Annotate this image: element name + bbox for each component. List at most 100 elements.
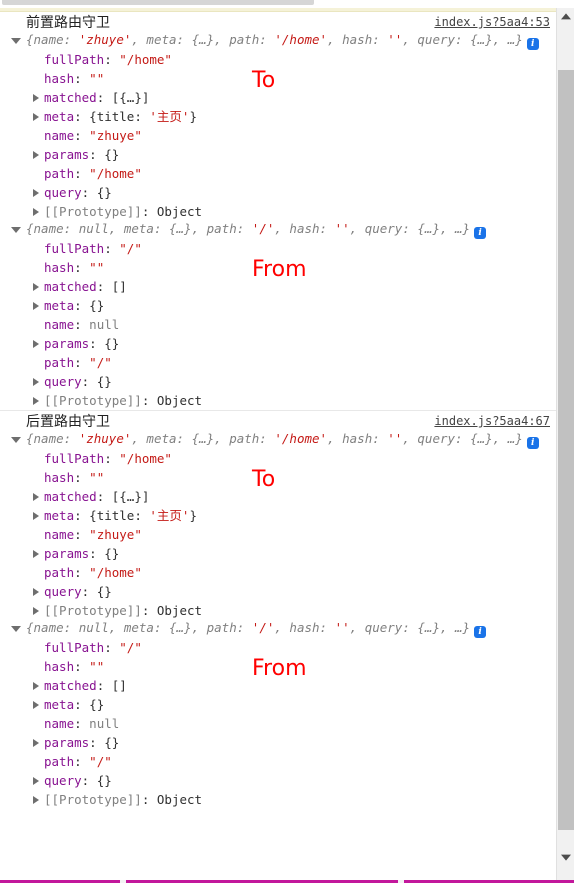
scrollbar-thumb[interactable] <box>558 70 574 830</box>
object-property-row[interactable]: fullPath: "/" <box>0 239 556 258</box>
triangle-right-expand-icon[interactable] <box>33 700 39 709</box>
object-property-row[interactable]: name: "zhuye" <box>0 525 556 544</box>
object-property-row[interactable]: params: {} <box>0 733 556 752</box>
triangle-right-expand-icon[interactable] <box>33 795 39 804</box>
object-property-row[interactable]: path: "/home" <box>0 164 556 183</box>
object-property-row[interactable]: matched: [{…}] <box>0 88 556 107</box>
triangle-right-expand-icon[interactable] <box>33 776 39 785</box>
object-property-row[interactable]: meta: {} <box>0 296 556 315</box>
property-name: meta <box>44 508 75 523</box>
object-property-row[interactable]: meta: {title: '主页'} <box>0 107 556 126</box>
property-colon: : <box>141 603 157 618</box>
triangle-right-expand-icon[interactable] <box>33 738 39 747</box>
property-name: meta <box>44 109 75 124</box>
object-property-row[interactable]: params: {} <box>0 544 556 563</box>
object-property-row[interactable]: [[Prototype]]: Object <box>0 790 556 809</box>
property-value: {} <box>104 336 120 351</box>
object-property-row[interactable]: meta: {} <box>0 695 556 714</box>
object-property-row[interactable]: [[Prototype]]: Object <box>0 202 556 221</box>
object-property-row[interactable]: hash: "" <box>0 69 556 88</box>
property-name: query <box>44 773 82 788</box>
object-property-row[interactable]: [[Prototype]]: Object <box>0 601 556 620</box>
triangle-right-expand-icon[interactable] <box>33 377 39 386</box>
triangle-right-expand-icon[interactable] <box>33 301 39 310</box>
triangle-right-expand-icon[interactable] <box>33 150 39 159</box>
object-property-row[interactable]: fullPath: "/home" <box>0 449 556 468</box>
object-property-row[interactable]: hash: "" <box>0 657 556 676</box>
triangle-down-expand-icon[interactable] <box>11 227 21 233</box>
object-property-row[interactable]: hash: "" <box>0 468 556 487</box>
property-value: {} <box>96 584 112 599</box>
object-property-row[interactable]: name: null <box>0 315 556 334</box>
object-property-row[interactable]: query: {} <box>0 771 556 790</box>
object-property-list: fullPath: "/" hash: "" matched: [] meta: {}… <box>0 638 556 809</box>
console-output-panel[interactable]: 前置路由守卫 index.js?5aa4:53 {name: 'zhuye', me… <box>0 12 556 883</box>
console-source-link[interactable]: index.js?5aa4:53 <box>434 15 550 29</box>
triangle-down-expand-icon[interactable] <box>11 38 21 44</box>
object-preview-text: {name: 'zhuye', meta: {…}, path: '/home'… <box>26 32 523 47</box>
triangle-right-expand-icon[interactable] <box>33 587 39 596</box>
property-name: meta <box>44 298 75 313</box>
triangle-right-expand-icon[interactable] <box>33 188 39 197</box>
object-preview-text: {name: 'zhuye', meta: {…}, path: '/home'… <box>26 431 523 446</box>
property-colon: : <box>74 317 90 332</box>
object-property-row[interactable]: fullPath: "/home" <box>0 50 556 69</box>
object-property-row[interactable]: [[Prototype]]: Object <box>0 391 556 410</box>
info-icon[interactable]: i <box>474 626 487 638</box>
object-property-row[interactable]: path: "/home" <box>0 563 556 582</box>
triangle-right-expand-icon[interactable] <box>33 681 39 690</box>
object-property-row[interactable]: matched: [] <box>0 676 556 695</box>
object-preview-row[interactable]: {name: 'zhuye', meta: {…}, path: '/home'… <box>0 32 556 50</box>
scroll-down-arrow-icon[interactable] <box>557 848 574 865</box>
triangle-up-icon <box>560 12 571 19</box>
object-property-row[interactable]: hash: "" <box>0 258 556 277</box>
console-scrollbar[interactable] <box>556 8 574 883</box>
info-icon[interactable]: i <box>526 38 539 50</box>
object-property-list: fullPath: "/home" hash: "" matched: [{…}] m… <box>0 50 556 221</box>
property-colon: : <box>96 678 112 693</box>
object-property-row[interactable]: matched: [{…}] <box>0 487 556 506</box>
triangle-down-icon <box>560 854 571 861</box>
property-name: path <box>44 565 75 580</box>
object-property-row[interactable]: query: {} <box>0 372 556 391</box>
property-value: "" <box>89 659 105 674</box>
object-property-row[interactable]: query: {} <box>0 183 556 202</box>
triangle-down-expand-icon[interactable] <box>11 626 21 632</box>
property-value: {} <box>104 546 120 561</box>
info-icon[interactable]: i <box>526 437 539 449</box>
triangle-right-expand-icon[interactable] <box>33 339 39 348</box>
object-property-row[interactable]: params: {} <box>0 334 556 353</box>
object-property-row[interactable]: fullPath: "/" <box>0 638 556 657</box>
property-colon: : <box>74 260 90 275</box>
object-preview-row[interactable]: {name: null, meta: {…}, path: '/', hash:… <box>0 620 556 638</box>
object-property-row[interactable]: path: "/" <box>0 353 556 372</box>
object-property-row[interactable]: meta: {title: '主页'} <box>0 506 556 525</box>
triangle-right-expand-icon[interactable] <box>33 93 39 102</box>
property-name: params <box>44 147 90 162</box>
triangle-right-expand-icon[interactable] <box>33 511 39 520</box>
triangle-right-expand-icon[interactable] <box>33 207 39 216</box>
property-colon: : <box>74 71 90 86</box>
scroll-up-arrow-icon[interactable] <box>557 8 574 25</box>
triangle-right-expand-icon[interactable] <box>33 282 39 291</box>
triangle-right-expand-icon[interactable] <box>33 549 39 558</box>
object-property-row[interactable]: query: {} <box>0 582 556 601</box>
object-preview-row[interactable]: {name: 'zhuye', meta: {…}, path: '/home'… <box>0 431 556 449</box>
object-preview-row[interactable]: {name: null, meta: {…}, path: '/', hash:… <box>0 221 556 239</box>
triangle-right-expand-icon[interactable] <box>33 606 39 615</box>
triangle-right-expand-icon[interactable] <box>33 112 39 121</box>
triangle-down-expand-icon[interactable] <box>11 437 21 443</box>
object-property-row[interactable]: matched: [] <box>0 277 556 296</box>
object-property-row[interactable]: path: "/" <box>0 752 556 771</box>
triangle-right-expand-icon[interactable] <box>33 492 39 501</box>
property-colon: : <box>104 52 120 67</box>
console-source-link[interactable]: index.js?5aa4:67 <box>434 414 550 428</box>
triangle-right-expand-icon[interactable] <box>33 396 39 405</box>
object-property-row[interactable]: params: {} <box>0 145 556 164</box>
object-preview-text: {name: null, meta: {…}, path: '/', hash:… <box>26 620 471 635</box>
console-message-header: 后置路由守卫 index.js?5aa4:67 <box>0 411 556 431</box>
property-value: "" <box>89 71 105 86</box>
object-property-row[interactable]: name: "zhuye" <box>0 126 556 145</box>
object-property-row[interactable]: name: null <box>0 714 556 733</box>
info-icon[interactable]: i <box>474 227 487 239</box>
